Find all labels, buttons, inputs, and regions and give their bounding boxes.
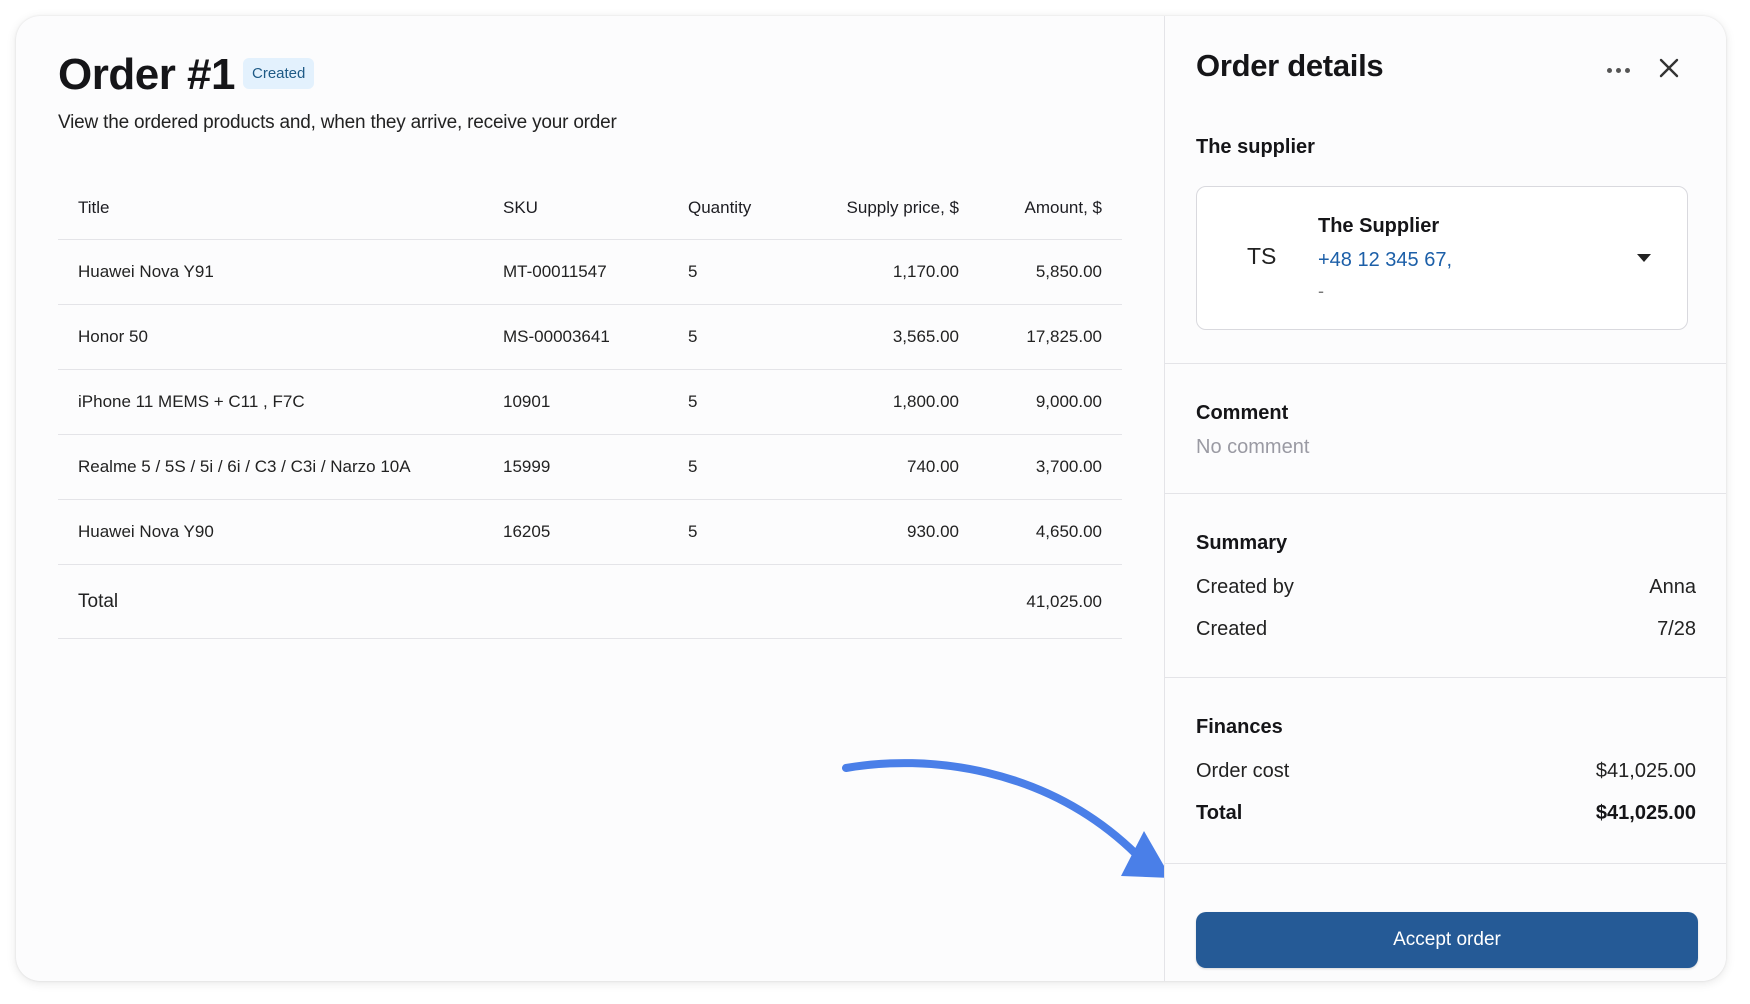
supplier-name: The Supplier [1318,215,1440,237]
created-label: Created [1196,618,1268,640]
cell-supply-price: 740.00 [907,457,959,476]
cell-amount: 4,650.00 [1035,522,1102,541]
column-header-quantity[interactable]: Quantity [688,198,751,218]
cell-title: Realme 5 / 5S / 5i / 6i / C3 / C3i / Nar… [78,457,411,476]
cell-quantity: 5 [688,457,698,476]
cell-quantity: 5 [688,327,698,346]
supplier-section-title: The supplier [1196,136,1315,158]
comment-value: No comment [1196,436,1310,458]
finances-section-title: Finances [1196,716,1283,738]
created-by-value: Anna [1649,576,1696,598]
cell-sku: MS-00003641 [503,327,610,346]
divider [1165,493,1726,494]
created-by-label: Created by [1196,576,1294,598]
column-header-sku[interactable]: SKU [503,198,538,218]
order-card: Order #1 Created View the ordered produc… [16,16,1726,981]
page-subtitle: View the ordered products and, when they… [58,112,617,133]
column-header-amount[interactable]: Amount, $ [1025,198,1103,218]
column-header-supply-price[interactable]: Supply price, $ [847,198,959,218]
total-label: Total [78,590,119,612]
cell-sku: 16205 [503,522,551,541]
supplier-phone-link[interactable]: +48 12 345 67, [1318,249,1452,272]
cell-amount: 9,000.00 [1035,392,1102,411]
cell-quantity: 5 [688,522,698,541]
cell-supply-price: 1,170.00 [892,262,959,281]
cell-supply-price: 930.00 [907,522,959,541]
table-row[interactable]: iPhone 11 MEMS + C11 , F7C 10901 5 1,800… [58,370,1122,435]
pointer-arrow-icon [842,759,1171,878]
status-badge: Created [243,58,315,89]
created-value: 7/28 [1657,618,1696,640]
table-header: Title SKU Quantity Supply price, $ Amoun… [58,176,1122,240]
table-row[interactable]: Honor 50 MS-00003641 5 3,565.00 17,825.0… [58,305,1122,370]
cell-title: Huawei Nova Y90 [78,522,214,541]
table-row[interactable]: Huawei Nova Y90 16205 5 930.00 4,650.00 [58,500,1122,565]
table-total-row: Total 41,025.00 [58,565,1122,639]
cell-title: iPhone 11 MEMS + C11 , F7C [78,392,305,411]
cell-sku: 10901 [503,392,551,411]
order-products-pane: Order #1 Created View the ordered produc… [16,16,1171,981]
accept-order-button[interactable]: Accept order [1196,912,1698,968]
summary-section-title: Summary [1196,532,1288,554]
cell-amount: 3,700.00 [1035,457,1102,476]
finances-total-value: $41,025.00 [1595,802,1696,824]
divider [1165,363,1726,364]
finances-total-label: Total [1196,802,1243,824]
cell-amount: 5,850.00 [1035,262,1102,281]
page-title: Order #1 [58,50,235,99]
cell-sku: MT-00011547 [503,262,607,281]
cell-quantity: 5 [688,262,698,281]
cell-supply-price: 1,800.00 [892,392,959,411]
supplier-extra: - [1318,281,1324,301]
table-row[interactable]: Realme 5 / 5S / 5i / 6i / C3 / C3i / Nar… [58,435,1122,500]
cell-title: Huawei Nova Y91 [78,262,214,281]
products-table: Title SKU Quantity Supply price, $ Amoun… [58,176,1122,639]
supplier-select[interactable]: TS The Supplier +48 12 345 67, - [1196,186,1688,330]
close-icon[interactable] [1653,52,1685,84]
column-header-title[interactable]: Title [78,198,110,218]
chevron-down-icon[interactable] [1637,254,1651,262]
cell-quantity: 5 [688,392,698,411]
order-cost-label: Order cost [1196,760,1290,782]
order-cost-value: $41,025.00 [1595,760,1696,782]
panel-title: Order details [1196,48,1384,83]
order-details-panel: Order details The supplier TS The Suppli… [1164,16,1726,981]
cell-supply-price: 3,565.00 [892,327,959,346]
divider [1165,677,1726,678]
more-options-icon[interactable] [1603,60,1633,80]
comment-section-title: Comment [1196,402,1289,424]
divider [1165,863,1726,864]
supplier-avatar: TS [1247,243,1277,269]
cell-sku: 15999 [503,457,551,476]
total-amount: 41,025.00 [1026,591,1102,611]
cell-title: Honor 50 [78,327,148,346]
table-row[interactable]: Huawei Nova Y91 MT-00011547 5 1,170.00 5… [58,240,1122,305]
cell-amount: 17,825.00 [1026,327,1102,346]
